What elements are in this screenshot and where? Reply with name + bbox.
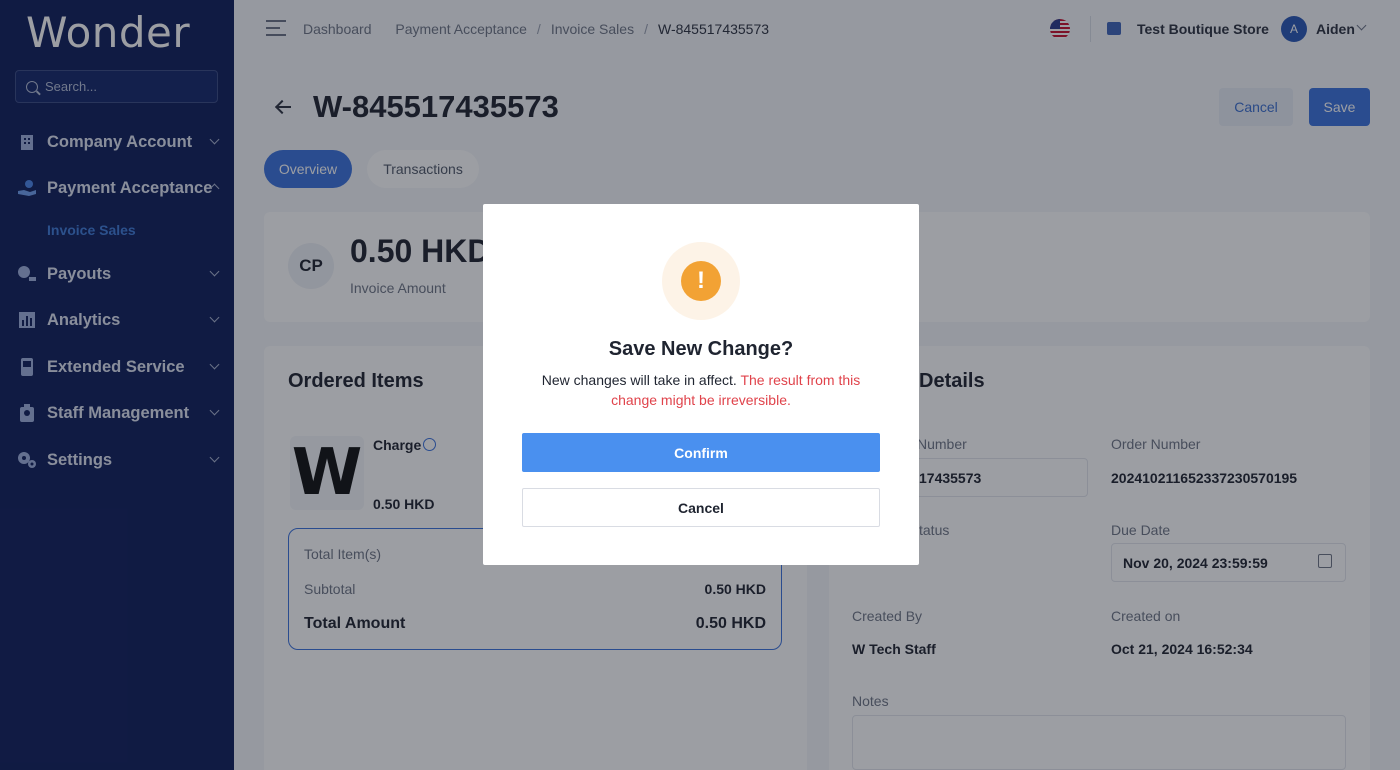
confirm-button[interactable]: Confirm [522, 433, 880, 472]
warning-icon: ! [681, 261, 721, 301]
dialog-message: New changes will take in affect. The res… [523, 371, 879, 410]
dialog-title: Save New Change? [608, 338, 794, 360]
dialog-cancel-button[interactable]: Cancel [522, 488, 880, 527]
save-confirm-dialog: ! Save New Change? New changes will take… [483, 204, 919, 565]
dialog-message-text: New changes will take in affect. [541, 372, 737, 388]
